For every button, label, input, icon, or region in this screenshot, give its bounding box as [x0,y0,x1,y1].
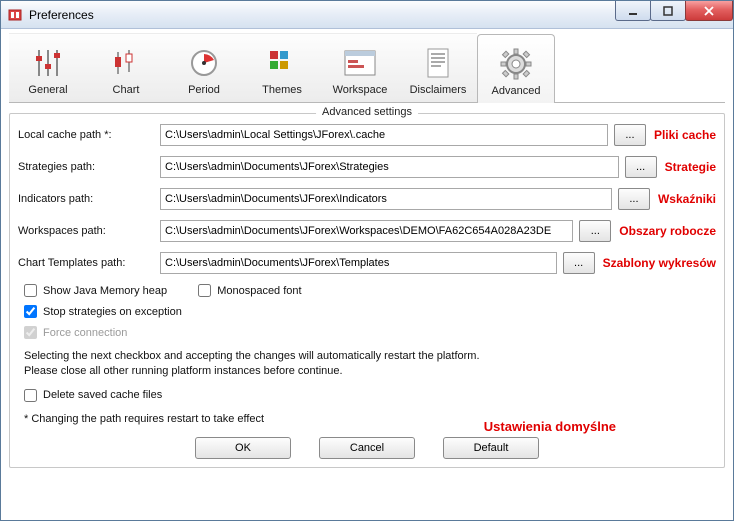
cancel-button[interactable]: Cancel [319,437,415,459]
label-templates: Chart Templates path: [18,257,160,269]
annotation-indicators: Wskaźniki [658,192,716,206]
tab-label: Period [188,84,220,96]
titlebar: Preferences [1,1,733,29]
checkbox-delete-group: Delete saved cache files [18,389,716,410]
check-monospaced[interactable]: Monospaced font [198,284,301,297]
annotation-templates: Szablony wykresów [603,256,716,270]
label-strategies: Strategies path: [18,161,160,173]
tab-label: Advanced [492,85,541,97]
row-cache: Local cache path *: ... Pliki cache [18,124,716,146]
checkbox-force-connection [24,326,37,339]
candlestick-icon [109,46,143,80]
grid-icon [265,46,299,80]
tab-bar: General Chart Period Themes Workspace Di… [9,33,725,103]
window-title: Preferences [29,8,94,22]
row-workspaces: Workspaces path: ... Obszary robocze [18,220,716,242]
app-icon [7,7,23,23]
checkbox-monospaced[interactable] [198,284,211,297]
checkbox-group: Show Java Memory heap Monospaced font St… [18,284,716,347]
ok-button[interactable]: OK [195,437,291,459]
tab-disclaimers[interactable]: Disclaimers [399,33,477,102]
input-cache-path[interactable] [160,124,608,146]
advanced-settings-group: Advanced settings Local cache path *: ..… [9,113,725,468]
tab-themes[interactable]: Themes [243,33,321,102]
annotation-default: Ustawienia domyślne [484,419,616,434]
row-strategies: Strategies path: ... Strategie [18,156,716,178]
tab-general[interactable]: General [9,33,87,102]
tab-label: Disclaimers [410,84,467,96]
document-icon [421,46,455,80]
check-java-heap[interactable]: Show Java Memory heap [24,284,167,297]
window-buttons [616,1,733,21]
restart-note: Selecting the next checkbox and acceptin… [18,349,716,379]
label-indicators: Indicators path: [18,193,160,205]
row-indicators: Indicators path: ... Wskaźniki [18,188,716,210]
checkbox-delete-cache[interactable] [24,389,37,402]
label-cache: Local cache path *: [18,129,160,141]
close-button[interactable] [685,1,733,21]
window-icon [343,46,377,80]
tab-period[interactable]: Period [165,33,243,102]
minimize-button[interactable] [615,1,651,21]
fieldset-legend: Advanced settings [316,106,418,118]
maximize-button[interactable] [650,1,686,21]
tab-label: Chart [113,84,140,96]
tab-label: General [28,84,67,96]
input-strategies-path[interactable] [160,156,619,178]
input-templates-path[interactable] [160,252,557,274]
row-templates: Chart Templates path: ... Szablony wykre… [18,252,716,274]
check-stop-strategies[interactable]: Stop strategies on exception [24,305,182,318]
annotation-cache: Pliki cache [654,128,716,142]
tab-chart[interactable]: Chart [87,33,165,102]
gear-icon [499,47,533,81]
tab-label: Themes [262,84,302,96]
input-indicators-path[interactable] [160,188,612,210]
input-workspaces-path[interactable] [160,220,573,242]
preferences-window: Preferences General Chart Period Themes [0,0,734,521]
checkbox-java-heap[interactable] [24,284,37,297]
footer-buttons: Ustawienia domyślne OK Cancel Default [18,437,716,459]
browse-indicators-button[interactable]: ... [618,188,650,210]
annotation-workspaces: Obszary robocze [619,224,716,238]
browse-workspaces-button[interactable]: ... [579,220,611,242]
sliders-icon [31,46,65,80]
annotation-strategies: Strategie [665,160,716,174]
browse-strategies-button[interactable]: ... [625,156,657,178]
label-workspaces: Workspaces path: [18,225,160,237]
check-force-connection: Force connection [24,326,127,339]
checkbox-stop-strategies[interactable] [24,305,37,318]
browse-cache-button[interactable]: ... [614,124,646,146]
default-button[interactable]: Default [443,437,539,459]
tab-label: Workspace [333,84,388,96]
browse-templates-button[interactable]: ... [563,252,595,274]
clock-icon [187,46,221,80]
check-delete-cache[interactable]: Delete saved cache files [24,389,162,402]
tab-workspace[interactable]: Workspace [321,33,399,102]
tab-advanced[interactable]: Advanced [477,34,555,103]
